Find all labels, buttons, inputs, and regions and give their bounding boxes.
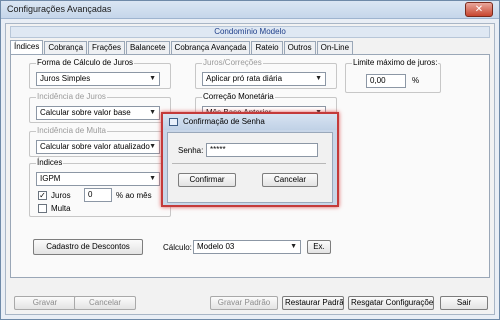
incidencia-juros-select[interactable]: Calcular sobre valor base ▼ (36, 106, 160, 120)
condominium-banner: Condomínio Modelo (10, 26, 490, 38)
indices-select[interactable]: IGPM ▼ (36, 172, 160, 186)
gravar-padrao-button[interactable]: Gravar Padrão (210, 296, 278, 310)
indices-legend: Índices (36, 158, 64, 168)
dialog-title: Confirmação de Senha (183, 117, 265, 126)
juros-checkbox[interactable]: ✓ (38, 191, 47, 200)
confirmar-button[interactable]: Confirmar (178, 173, 236, 187)
calculo-label: Cálculo: (163, 243, 192, 252)
tab-cobranca[interactable]: Cobrança (44, 41, 88, 54)
chevron-down-icon: ▼ (290, 243, 297, 250)
tab-balancete[interactable]: Balancete (125, 41, 170, 54)
tab-rateio[interactable]: Rateio (251, 41, 283, 54)
incidencia-juros-value: Calcular sobre valor base (40, 108, 131, 117)
window-title: Configurações Avançadas (7, 4, 112, 14)
limite-juros-legend: Limite máximo de juros: (352, 58, 439, 68)
bottom-button-bar: Gravar Cancelar Gravar Padrão Restaurar … (10, 294, 490, 312)
forma-calculo-value: Juros Simples (40, 74, 91, 83)
senha-label: Senha: (178, 146, 204, 155)
juros-correcoes-group: Juros/Correções Aplicar pró rata diária … (195, 58, 337, 89)
juros-checkbox-label: Juros (51, 191, 71, 200)
resgatar-configuracoes-button[interactable]: Resgatar Configurações (348, 296, 434, 310)
forma-calculo-select[interactable]: Juros Simples ▼ (36, 72, 160, 86)
correcao-monetaria-legend: Correção Monetária (202, 92, 275, 102)
tab-outros[interactable]: Outros (283, 41, 316, 54)
multa-checkbox[interactable] (38, 204, 47, 213)
gravar-button[interactable]: Gravar (14, 296, 76, 310)
incidencia-juros-group: Incidência de Juros Calcular sobre valor… (29, 92, 171, 123)
tab-fracoes[interactable]: Frações (88, 41, 125, 54)
incidencia-multa-legend: Incidência de Multa (36, 126, 107, 136)
incidencia-multa-group: Incidência de Multa Calcular sobre valor… (29, 126, 171, 157)
limite-juros-unit: % (412, 76, 420, 85)
forma-calculo-group: Forma de Cálculo de Juros Juros Simples … (29, 58, 171, 89)
limite-juros-input[interactable]: 0,00 (366, 74, 406, 88)
settings-window: Configurações Avançadas ✕ Condomínio Mod… (0, 0, 500, 320)
juros-correcoes-select[interactable]: Aplicar pró rata diária ▼ (202, 72, 326, 86)
incidencia-multa-value: Calcular sobre valor atualizado (40, 142, 150, 151)
sair-button[interactable]: Sair (440, 296, 488, 310)
password-confirmation-dialog: Confirmação de Senha Senha: ***** Confir… (161, 112, 339, 207)
indices-value: IGPM (40, 174, 61, 183)
multa-checkbox-label: Multa (51, 204, 71, 213)
juros-rate-unit: % ao mês (116, 191, 152, 200)
dialog-title-bar: Confirmação de Senha (163, 114, 337, 130)
window-icon (169, 118, 178, 126)
tab-strip: Índices Cobrança Frações Balancete Cobra… (10, 40, 354, 54)
example-button[interactable]: Ex. (307, 240, 331, 254)
title-bar: Configurações Avançadas ✕ (1, 1, 499, 19)
divider (172, 163, 326, 164)
restaurar-padrao-button[interactable]: Restaurar Padrão (282, 296, 344, 310)
forma-calculo-legend: Forma de Cálculo de Juros (36, 58, 135, 68)
incidencia-multa-select[interactable]: Calcular sobre valor atualizado ▼ (36, 140, 160, 154)
cancelar-dialog-button[interactable]: Cancelar (262, 173, 318, 187)
calculo-select[interactable]: Modelo 03 ▼ (193, 240, 301, 254)
tab-online[interactable]: On-Line (316, 41, 354, 54)
chevron-down-icon: ▼ (149, 109, 156, 116)
tab-indices[interactable]: Índices (10, 40, 44, 54)
close-button[interactable]: ✕ (465, 2, 493, 17)
checkmark-icon: ✓ (39, 191, 46, 200)
cancelar-button[interactable]: Cancelar (74, 296, 136, 310)
limite-juros-group: Limite máximo de juros: 0,00 % (345, 58, 441, 93)
chevron-down-icon: ▼ (315, 75, 322, 82)
chevron-down-icon: ▼ (149, 143, 156, 150)
indices-group: Índices IGPM ▼ ✓ Juros 0 % ao mês Multa (29, 158, 171, 217)
juros-rate-input[interactable]: 0 (84, 188, 112, 202)
chevron-down-icon: ▼ (149, 175, 156, 182)
chevron-down-icon: ▼ (149, 75, 156, 82)
incidencia-juros-legend: Incidência de Juros (36, 92, 107, 102)
cadastro-descontos-button[interactable]: Cadastro de Descontos (33, 239, 143, 255)
senha-input[interactable]: ***** (206, 143, 318, 157)
juros-correcoes-legend: Juros/Correções (202, 58, 263, 68)
dialog-body: Senha: ***** Confirmar Cancelar (167, 132, 333, 203)
juros-correcoes-value: Aplicar pró rata diária (206, 74, 283, 83)
tab-cobranca-avancada[interactable]: Cobrança Avançada (170, 41, 251, 54)
calculo-value: Modelo 03 (197, 242, 235, 251)
